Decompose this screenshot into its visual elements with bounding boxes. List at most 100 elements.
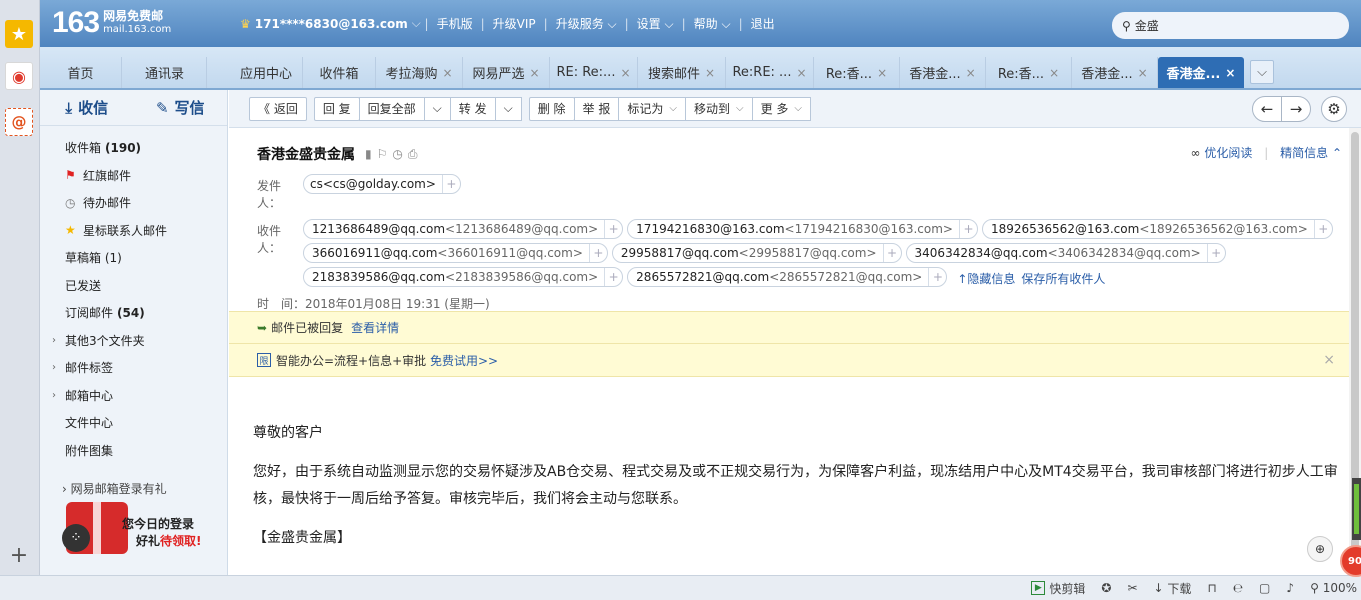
write-button[interactable]: ✎ 写信	[134, 97, 228, 118]
add-contact-icon[interactable]: +	[1313, 220, 1332, 238]
quick-clip-button[interactable]: ▶ 快剪辑	[1031, 580, 1085, 597]
logout-link[interactable]: 退出	[751, 15, 775, 32]
help-link[interactable]: 帮助 ⌵	[694, 15, 731, 32]
sidebar-item-drafts[interactable]: 草稿箱 (1)	[40, 244, 227, 272]
recipient-chip[interactable]: 2865572821@qq.com <2865572821@qq.com> +	[627, 267, 948, 287]
close-icon[interactable]: ×	[620, 66, 630, 80]
close-icon[interactable]: ×	[1049, 66, 1059, 80]
ie-icon[interactable]: ℮	[1233, 581, 1243, 595]
add-contact-icon[interactable]: +	[441, 175, 460, 193]
add-contact-icon[interactable]: +	[882, 244, 901, 262]
tab-mail-3[interactable]: Re:香... ×	[814, 57, 900, 88]
sidebar-item-file-center[interactable]: 文件中心	[40, 409, 227, 437]
reply-dropdown-chevron-down-icon[interactable]: ⌵	[423, 96, 451, 121]
delete-button[interactable]: 删 除	[528, 96, 575, 121]
close-icon[interactable]: ×	[529, 66, 539, 80]
tab-app-center[interactable]: 应用中心	[230, 57, 303, 88]
clock-icon[interactable]: ◷	[392, 147, 407, 161]
app-grid-icon[interactable]: ⁘	[62, 524, 90, 552]
move-to-dropdown[interactable]: 移动到 ⌵	[684, 96, 753, 121]
tab-mail-5[interactable]: Re:香... ×	[986, 57, 1072, 88]
speaker-icon[interactable]: ♪	[1286, 581, 1294, 595]
settings-link[interactable]: 设置 ⌵	[637, 15, 674, 32]
view-details-link[interactable]: 查看详情	[351, 319, 399, 336]
recipient-chip[interactable]: 366016911@qq.com <366016911@qq.com> +	[303, 243, 608, 263]
search-box[interactable]: ⚲	[1112, 12, 1349, 39]
close-icon[interactable]: ×	[705, 66, 715, 80]
window-icon[interactable]: ⊓	[1207, 581, 1216, 595]
tab-home[interactable]: 首页	[40, 57, 122, 88]
reply-all-button[interactable]: 回复全部	[358, 96, 425, 121]
sidebar-item-todo[interactable]: ◷ 待办邮件	[40, 189, 227, 217]
add-extension-icon[interactable]: +	[7, 543, 31, 568]
close-icon[interactable]: ×	[1225, 66, 1235, 80]
tab-mail-active[interactable]: 香港金... ×	[1158, 57, 1244, 88]
close-icon[interactable]: ×	[1138, 66, 1148, 80]
recipient-chip[interactable]: 29958817@qq.com <29958817@qq.com> +	[611, 243, 902, 263]
more-dropdown[interactable]: 更 多 ⌵	[751, 96, 812, 121]
add-contact-icon[interactable]: +	[928, 268, 946, 286]
tab-mail-1[interactable]: RE: Re:... ×	[550, 57, 638, 88]
sidebar-item-inbox[interactable]: 收件箱 (190)	[40, 134, 227, 162]
receive-button[interactable]: ⤓ 收信	[40, 97, 134, 118]
zoom-level[interactable]: ⚲ 100%	[1310, 581, 1357, 595]
forward-dropdown-chevron-down-icon[interactable]: ⌵	[494, 96, 522, 121]
back-button[interactable]: 《 返回	[249, 96, 307, 121]
close-icon[interactable]: ×	[1323, 352, 1335, 368]
tab-mail-2[interactable]: Re:RE: ... ×	[726, 57, 814, 88]
logo[interactable]: 163 网易免费邮 mail.163.com	[52, 6, 171, 40]
close-icon[interactable]: ×	[442, 66, 452, 80]
hide-info-link[interactable]: ↑隐藏信息	[957, 272, 1015, 286]
add-contact-icon[interactable]: +	[604, 220, 622, 238]
report-button[interactable]: 举 报	[573, 96, 620, 121]
cut-icon[interactable]: ✂	[1127, 581, 1137, 595]
close-icon[interactable]: ×	[877, 66, 887, 80]
recipient-chip[interactable]: 3406342834@qq.com <3406342834@qq.com> +	[905, 243, 1226, 263]
previous-mail-arrow-left-icon[interactable]: ←	[1252, 96, 1282, 122]
tab-mail-4[interactable]: 香港金... ×	[900, 57, 986, 88]
close-icon[interactable]: ×	[796, 66, 806, 80]
download-button[interactable]: ↓ 下载	[1154, 580, 1192, 597]
bookmark-icon[interactable]: ▮	[365, 147, 377, 161]
login-gift-promo[interactable]: › 网易邮箱登录有礼 ⁘ 您今日的登录 好礼待领取!	[52, 480, 214, 575]
next-mail-arrow-right-icon[interactable]: →	[1281, 96, 1311, 122]
mobile-link[interactable]: 手机版	[437, 15, 473, 32]
sidebar-item-starred[interactable]: ★ 星标联系人邮件	[40, 217, 227, 245]
optimize-reading-link[interactable]: 优化阅读	[1204, 146, 1252, 160]
sidebar-item-mail-center[interactable]: › 邮箱中心	[40, 382, 227, 410]
sidebar-item-tags[interactable]: › 邮件标签	[40, 354, 227, 382]
account-name[interactable]: 171****6830@163.com	[255, 17, 408, 31]
gear-icon[interactable]: ⚙	[1321, 96, 1347, 122]
weibo-icon[interactable]: ◉	[5, 62, 33, 90]
tab-kaola[interactable]: 考拉海购 ×	[376, 57, 463, 88]
mark-as-dropdown[interactable]: 标记为 ⌵	[618, 96, 686, 121]
mail-at-icon[interactable]: @	[5, 108, 33, 136]
print-icon[interactable]: ⎙	[408, 147, 423, 161]
recipient-chip[interactable]: 2183839586@qq.com <2183839586@qq.com> +	[303, 267, 624, 287]
sidebar-item-attachments[interactable]: 附件图集	[40, 437, 227, 465]
favorites-star-icon[interactable]: ★	[5, 20, 33, 48]
add-contact-icon[interactable]: +	[1206, 244, 1225, 262]
forward-button[interactable]: 转 发	[449, 96, 496, 121]
tab-contacts[interactable]: 通讯录	[123, 57, 207, 88]
sidebar-item-subscriptions[interactable]: 订阅邮件 (54)	[40, 299, 227, 327]
layout-icon[interactable]: ▢	[1259, 581, 1270, 595]
upgrade-service-link[interactable]: 升级服务 ⌵	[556, 15, 617, 32]
tab-overflow-chevron-down-icon[interactable]: ⌵	[1250, 60, 1274, 84]
add-contact-icon[interactable]: +	[604, 268, 622, 286]
tab-inbox[interactable]: 收件箱	[303, 57, 376, 88]
sidebar-item-red-flag[interactable]: ⚑ 红旗邮件	[40, 162, 227, 190]
chevron-down-icon[interactable]: ⌵	[408, 16, 425, 31]
recipient-chip[interactable]: 17194216830@163.com <17194216830@163.com>…	[627, 219, 978, 239]
zoom-icon[interactable]: ⊕	[1307, 536, 1333, 562]
add-contact-icon[interactable]: +	[958, 220, 977, 238]
save-all-recipients-link[interactable]: 保存所有收件人	[1021, 272, 1105, 286]
free-trial-link[interactable]: 免费试用>>	[430, 352, 498, 369]
chevron-up-icon[interactable]: ⌃	[1332, 146, 1342, 160]
tab-search-mail[interactable]: 搜索邮件 ×	[638, 57, 726, 88]
search-input[interactable]	[1134, 18, 1315, 33]
reply-button[interactable]: 回 复	[313, 96, 360, 121]
sidebar-item-other-folders[interactable]: › 其他3个文件夹	[40, 327, 227, 355]
sidebar-item-sent[interactable]: 已发送	[40, 272, 227, 300]
tab-yanxuan[interactable]: 网易严选 ×	[463, 57, 550, 88]
